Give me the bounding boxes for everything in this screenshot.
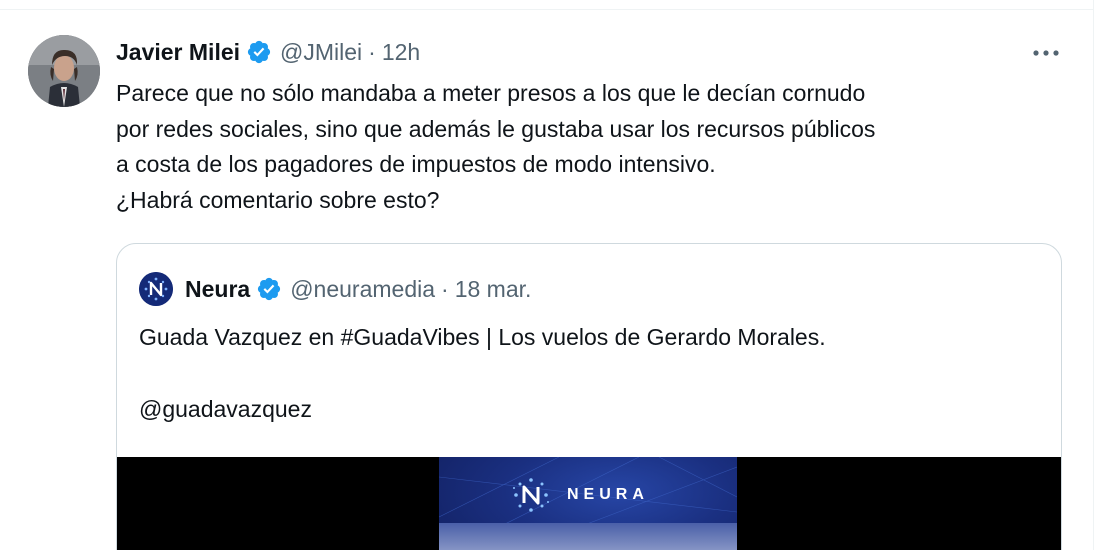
quoted-tweet-header: Neura @neuramedia · 18 mar.	[139, 272, 531, 306]
neura-logo-icon	[139, 272, 173, 306]
quoted-author-avatar[interactable]	[139, 272, 173, 306]
quoted-header-separator: ·	[441, 275, 449, 302]
neura-logo-icon	[511, 475, 551, 515]
tweet-timestamp[interactable]: 12h	[382, 39, 420, 66]
author-handle[interactable]: @JMilei	[280, 39, 362, 66]
quoted-tweet-mention[interactable]: @guadavazquez	[139, 396, 312, 423]
author-avatar[interactable]	[28, 35, 100, 107]
quoted-media[interactable]: NEURA	[117, 457, 1061, 550]
thumbnail-lower-band	[439, 523, 737, 550]
header-separator: ·	[368, 38, 376, 65]
quoted-tweet-timestamp[interactable]: 18 mar.	[455, 276, 532, 303]
video-thumbnail[interactable]: NEURA	[439, 457, 737, 550]
more-options-icon	[1033, 50, 1059, 56]
quoted-author-name[interactable]: Neura	[185, 276, 250, 303]
right-divider	[1093, 0, 1094, 550]
verified-badge-icon[interactable]	[246, 39, 272, 65]
media-brand: NEURA	[511, 475, 649, 515]
tweet-text-line: por redes sociales, sino que además le g…	[116, 115, 876, 142]
tweet-page: Javier Milei @JMilei · 12h Parece que no…	[0, 0, 1100, 550]
more-options-button[interactable]	[1028, 38, 1064, 68]
media-brand-wordmark: NEURA	[567, 486, 649, 503]
quoted-tweet-card[interactable]: Neura @neuramedia · 18 mar. Guada Vazque…	[116, 243, 1062, 550]
tweet-text-line: Parece que no sólo mandaba a meter preso…	[116, 80, 866, 106]
verified-badge-icon[interactable]	[256, 276, 282, 302]
tweet-text-line: a costa de los pagadores de impuestos de…	[116, 151, 716, 177]
author-name[interactable]: Javier Milei	[116, 39, 240, 66]
top-divider	[0, 9, 1094, 10]
quoted-author-handle[interactable]: @neuramedia	[290, 276, 435, 303]
tweet-header: Javier Milei @JMilei · 12h	[116, 34, 420, 70]
tweet-text-line: ¿Habrá comentario sobre esto?	[116, 186, 440, 213]
avatar-portrait-icon	[28, 35, 100, 107]
quoted-tweet-text: Guada Vazquez en #GuadaVibes | Los vuelo…	[139, 324, 826, 350]
tweet-text: Parece que no sólo mandaba a meter preso…	[116, 76, 1076, 218]
